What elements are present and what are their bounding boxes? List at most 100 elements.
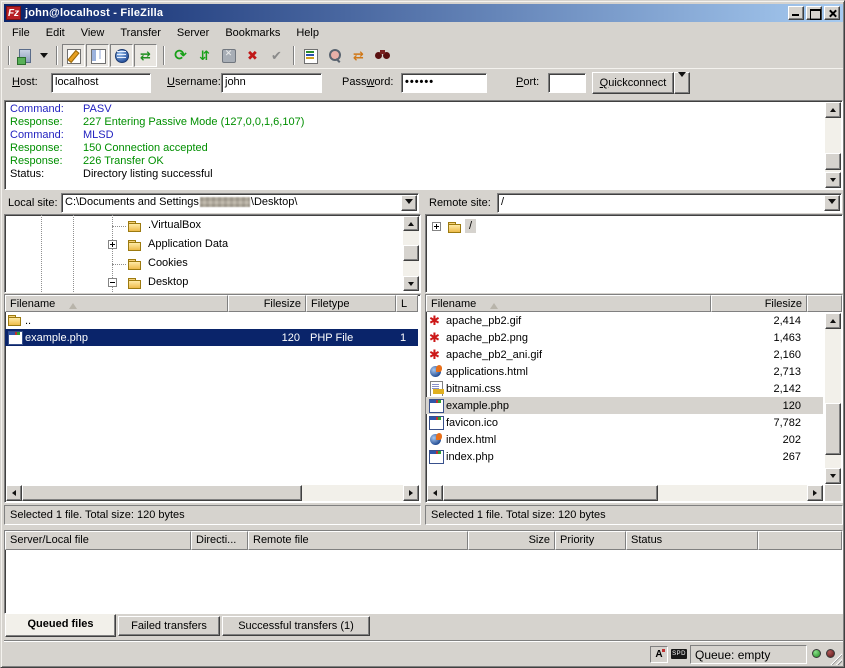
username-input[interactable]: john [221, 73, 322, 93]
ascii-data-type-icon[interactable]: A [650, 646, 668, 663]
directory-comparison-button[interactable] [323, 44, 346, 67]
scrollbar-thumb[interactable] [443, 485, 658, 501]
scrollbar-thumb[interactable] [825, 153, 841, 170]
tree-item-root[interactable]: / [426, 217, 806, 236]
menu-bookmarks[interactable]: Bookmarks [217, 25, 288, 41]
transfer-queue: Server/Local file Directi... Remote file… [4, 530, 843, 614]
menu-bar: File Edit View Transfer Server Bookmarks… [4, 23, 843, 42]
combo-dropdown-button[interactable] [401, 195, 417, 211]
column-header-filetype[interactable]: Filetype [306, 295, 396, 312]
remote-file-list: Filename Filesize apache_pb2.gif2,414 ap… [425, 294, 843, 503]
log-line: Command:MLSD [7, 129, 822, 142]
local-site-combobox[interactable]: C:\Documents and Settings\Desktop\ [61, 193, 419, 213]
toolbar-separator [56, 46, 58, 65]
speed-limit-icon[interactable]: SPD [671, 649, 687, 659]
file-row-selected[interactable]: example.php 120 PHP File 1 [5, 329, 418, 346]
process-queue-button[interactable]: ⇵ [193, 44, 216, 67]
app-icon[interactable]: Fz [6, 6, 21, 20]
column-header-last-modified[interactable]: L [396, 295, 418, 312]
close-button[interactable] [824, 6, 840, 20]
remote-vscrollbar[interactable] [825, 313, 841, 484]
toggle-transfer-queue-button[interactable]: ⇄ [134, 44, 157, 67]
combo-dropdown-button[interactable] [824, 195, 840, 211]
refresh-button[interactable]: ⟳ [169, 44, 192, 67]
tree-item-cookies[interactable]: Cookies [5, 254, 385, 273]
scrollbar-down-button[interactable] [403, 276, 419, 291]
php-file-icon [7, 330, 23, 345]
tree-item-application-data[interactable]: Application Data [5, 235, 385, 254]
window-title: john@localhost - FileZilla [25, 7, 163, 19]
queue-column-direction[interactable]: Directi... [191, 531, 248, 550]
menu-help[interactable]: Help [288, 25, 327, 41]
queue-column-remote-file[interactable]: Remote file [248, 531, 468, 550]
column-header-filename[interactable]: Filename [426, 295, 711, 312]
tree-collapse-icon[interactable] [108, 278, 117, 287]
log-line: Response:150 Connection accepted [7, 142, 822, 155]
tree-expand-icon[interactable] [108, 240, 117, 249]
tab-failed-transfers[interactable]: Failed transfers [118, 616, 220, 636]
scrollbar-left-button[interactable] [427, 485, 443, 501]
synchronized-browsing-button[interactable]: ⇄ [347, 44, 370, 67]
queue-column-size[interactable]: Size [468, 531, 555, 550]
file-row[interactable]: apache_pb2_ani.gif2,160 [426, 346, 823, 363]
scrollbar-thumb[interactable] [825, 403, 841, 455]
scrollbar-thumb[interactable] [22, 485, 302, 501]
toggle-remote-tree-button[interactable] [110, 44, 133, 67]
file-row-selected[interactable]: example.php120 [426, 397, 823, 414]
queue-column-status[interactable]: Status [626, 531, 758, 550]
quickconnect-button[interactable]: Quickconnect [592, 72, 674, 94]
file-row[interactable]: .. [5, 312, 420, 329]
disconnect-button[interactable]: ✖ [241, 44, 264, 67]
scrollbar-up-button[interactable] [403, 216, 419, 231]
site-manager-dropdown[interactable] [37, 44, 51, 67]
password-input[interactable]: •••••• [401, 73, 487, 93]
html-file-icon [428, 364, 444, 379]
file-row[interactable]: apache_pb2.gif2,414 [426, 312, 823, 329]
compare-icon [326, 47, 343, 64]
file-row[interactable]: index.html202 [426, 431, 823, 448]
column-header-filename[interactable]: Filename [5, 295, 228, 312]
column-header-filesize[interactable]: Filesize [711, 295, 807, 312]
tree-expand-icon[interactable] [432, 222, 441, 231]
scrollbar-up-button[interactable] [825, 313, 841, 329]
site-manager-button[interactable] [13, 44, 36, 67]
menu-edit[interactable]: Edit [38, 25, 73, 41]
scrollbar-corner [825, 485, 841, 501]
tree-item-virtualbox[interactable]: .VirtualBox [5, 216, 385, 235]
tab-successful-transfers[interactable]: Successful transfers (1) [222, 616, 370, 636]
tree-item-desktop[interactable]: Desktop [5, 273, 385, 292]
host-input[interactable]: localhost [51, 73, 151, 93]
menu-server[interactable]: Server [169, 25, 217, 41]
scrollbar-left-button[interactable] [6, 485, 22, 501]
menu-file[interactable]: File [4, 25, 38, 41]
port-input[interactable] [548, 73, 586, 93]
tab-queued-files[interactable]: Queued files [5, 614, 116, 637]
queue-column-server-local-file[interactable]: Server/Local file [5, 531, 191, 550]
menu-transfer[interactable]: Transfer [112, 25, 169, 41]
scrollbar-thumb[interactable] [403, 245, 419, 261]
column-header-filesize[interactable]: Filesize [228, 295, 306, 312]
chevron-down-icon [828, 199, 836, 208]
filter-button[interactable] [299, 44, 322, 67]
file-row[interactable]: bitnami.css2,142 [426, 380, 823, 397]
menu-view[interactable]: View [73, 25, 113, 41]
file-row[interactable]: favicon.ico7,782 [426, 414, 823, 431]
scrollbar-right-button[interactable] [807, 485, 823, 501]
toggle-message-log-button[interactable] [62, 44, 85, 67]
scrollbar-down-button[interactable] [825, 468, 841, 484]
file-row[interactable]: apache_pb2.png1,463 [426, 329, 823, 346]
file-row[interactable]: applications.html2,713 [426, 363, 823, 380]
scrollbar-down-button[interactable] [825, 172, 841, 188]
queue-column-priority[interactable]: Priority [555, 531, 626, 550]
find-files-button[interactable] [371, 44, 394, 67]
quickconnect-dropdown[interactable] [674, 72, 690, 94]
scrollbar-up-button[interactable] [825, 102, 841, 118]
remote-site-combobox[interactable]: / [497, 193, 842, 213]
cancel-operation-button[interactable] [217, 44, 240, 67]
minimize-button[interactable] [788, 6, 804, 20]
maximize-button[interactable] [806, 6, 822, 20]
toggle-local-tree-button[interactable] [86, 44, 109, 67]
reconnect-button[interactable]: ✔ [265, 44, 288, 67]
scrollbar-right-button[interactable] [403, 485, 419, 501]
file-row[interactable]: index.php267 [426, 448, 823, 465]
